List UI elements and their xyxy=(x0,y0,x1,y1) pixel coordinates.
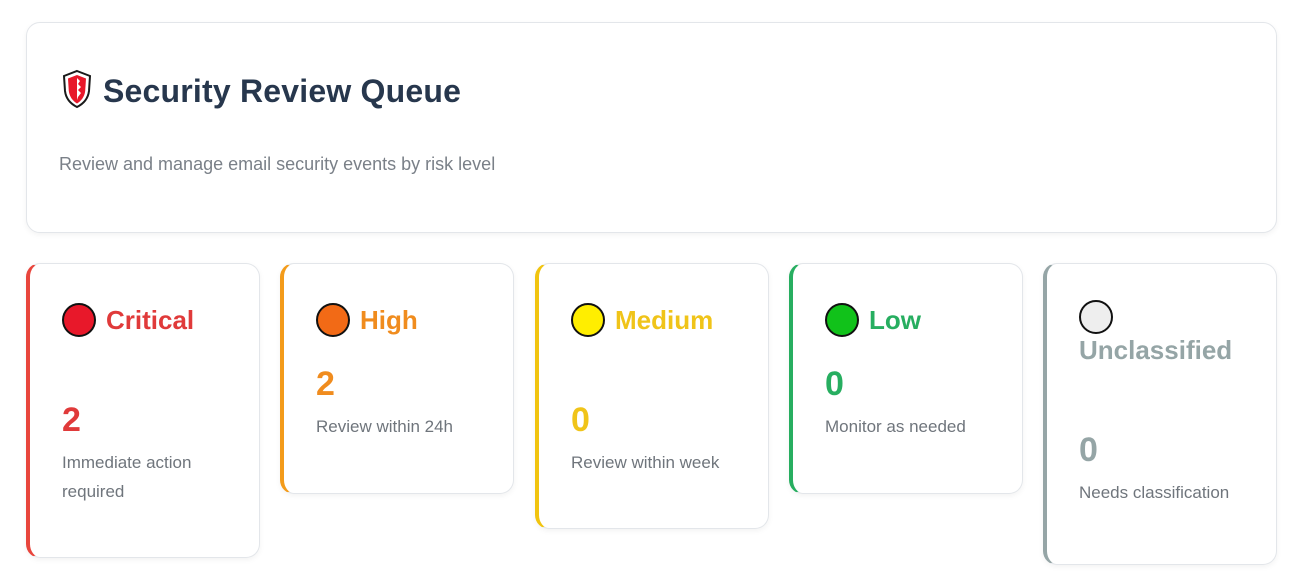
risk-card-high[interactable]: High 2 Review within 24h xyxy=(280,263,514,494)
risk-description: Needs classification xyxy=(1079,483,1230,502)
risk-count: 2 xyxy=(62,401,81,439)
risk-description: Monitor as needed xyxy=(825,417,966,436)
risk-count: 0 xyxy=(1079,431,1098,469)
risk-description: Review within week xyxy=(571,453,720,472)
card-head: Unclassified xyxy=(1079,300,1259,370)
page-subtitle: Review and manage email security events … xyxy=(59,154,496,174)
risk-description: Review within 24h xyxy=(316,417,454,436)
red-circle-icon xyxy=(62,303,96,337)
risk-label: Critical xyxy=(106,305,195,335)
risk-card-low[interactable]: Low 0 Monitor as needed xyxy=(789,263,1023,494)
risk-label: Low xyxy=(869,305,921,335)
risk-card-medium[interactable]: Medium 0 Review within week xyxy=(535,263,769,529)
risk-count: 2 xyxy=(316,365,335,403)
card-head: Medium xyxy=(571,300,751,340)
risk-label: Medium xyxy=(615,305,714,335)
header-card: Security Review Queue Review and manage … xyxy=(26,22,1277,233)
risk-count: 0 xyxy=(825,365,844,403)
risk-description: Immediate action required xyxy=(62,453,192,501)
risk-label: High xyxy=(360,305,418,335)
shield-icon xyxy=(60,69,94,114)
white-circle-icon xyxy=(1079,300,1113,334)
risk-card-unclassified[interactable]: Unclassified 0 Needs classification xyxy=(1043,263,1277,565)
green-circle-icon xyxy=(825,303,859,337)
yellow-circle-icon xyxy=(571,303,605,337)
card-head: Critical xyxy=(62,300,242,340)
title-row: Security Review Queue xyxy=(60,69,461,114)
card-head: Low xyxy=(825,300,1005,340)
orange-circle-icon xyxy=(316,303,350,337)
risk-count: 0 xyxy=(571,401,590,439)
card-head: High xyxy=(316,300,496,340)
risk-label: Unclassified xyxy=(1079,335,1233,365)
page-title: Security Review Queue xyxy=(103,73,462,109)
risk-card-critical[interactable]: Critical 2 Immediate action required xyxy=(26,263,260,558)
